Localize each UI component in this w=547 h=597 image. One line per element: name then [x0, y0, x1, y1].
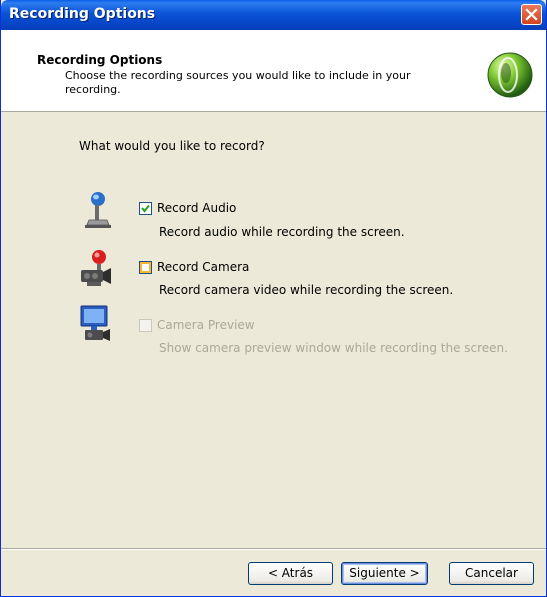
- camera-icon: [81, 250, 111, 286]
- record-audio-checkbox[interactable]: [139, 202, 152, 215]
- dialog-window: Recording Options Recording Options Choo…: [0, 0, 547, 597]
- record-audio-label[interactable]: Record Audio: [157, 201, 236, 215]
- next-button[interactable]: Siguiente >: [341, 562, 428, 585]
- window-title: Recording Options: [9, 6, 156, 22]
- record-camera-label[interactable]: Record Camera: [157, 260, 249, 274]
- monitor-camera-icon: [80, 305, 110, 341]
- close-button[interactable]: [521, 4, 542, 25]
- record-camera-description: Record camera video while recording the …: [159, 283, 454, 297]
- app-logo-icon: [487, 52, 533, 98]
- header-title: Recording Options: [37, 53, 163, 67]
- camera-preview-checkbox[interactable]: [139, 319, 152, 332]
- footer-divider: [1, 548, 546, 550]
- camera-preview-label[interactable]: Camera Preview: [157, 318, 255, 332]
- wizard-header: Recording Options Choose the recording s…: [1, 30, 546, 112]
- record-camera-checkbox[interactable]: [139, 261, 152, 274]
- checkmark-icon: [141, 204, 150, 213]
- record-audio-description: Record audio while recording the screen.: [159, 225, 405, 239]
- question-label: What would you like to record?: [79, 139, 265, 153]
- microphone-icon: [85, 192, 111, 228]
- header-subtitle: Choose the recording sources you would l…: [65, 69, 411, 96]
- camera-preview-description: Show camera preview window while recordi…: [159, 341, 508, 355]
- cancel-button[interactable]: Cancelar: [449, 562, 534, 585]
- back-button[interactable]: < Atrás: [248, 562, 333, 585]
- title-bar[interactable]: Recording Options: [1, 0, 546, 30]
- close-icon: [525, 8, 538, 21]
